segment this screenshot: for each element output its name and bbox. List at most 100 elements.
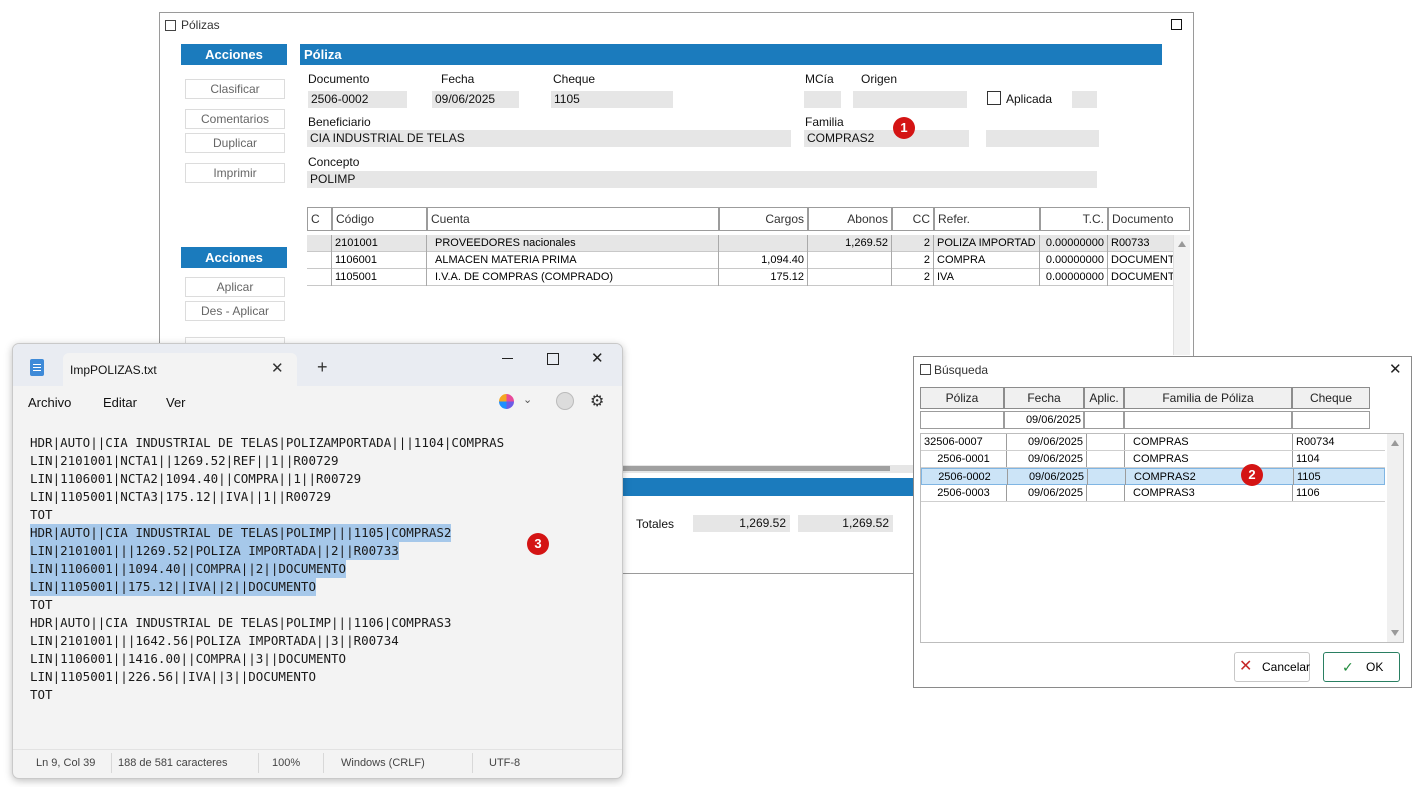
imprimir-button[interactable]: Imprimir: [185, 163, 285, 183]
grid-header-codigo[interactable]: Código: [332, 207, 427, 231]
menu-ver[interactable]: Ver: [166, 395, 186, 410]
result-familia: COMPRAS: [1125, 434, 1293, 450]
header-cheque[interactable]: Cheque: [1292, 387, 1370, 409]
header-fecha[interactable]: Fecha: [1004, 387, 1084, 409]
result-cheque: R00734: [1296, 436, 1335, 448]
grid-header-cc[interactable]: CC: [892, 207, 934, 231]
menu-archivo[interactable]: Archivo: [28, 395, 71, 410]
concepto-field[interactable]: POLIMP: [307, 171, 1097, 188]
grid-header-refer[interactable]: Refer.: [934, 207, 1040, 231]
grid-header-cuenta[interactable]: Cuenta: [427, 207, 719, 231]
aplicada-checkbox[interactable]: [987, 91, 1001, 105]
minimize-icon[interactable]: [502, 358, 513, 359]
fecha-field[interactable]: 09/06/2025: [432, 91, 519, 108]
familia-field[interactable]: COMPRAS2: [804, 130, 969, 147]
origen-field[interactable]: [853, 91, 967, 108]
text-line-selected: LIN|1105001||175.12||IVA||2||DOCUMENTO: [30, 578, 316, 596]
cancelar-button[interactable]: ✕ Cancelar: [1234, 652, 1310, 682]
grid-header-documento[interactable]: Documento: [1108, 207, 1190, 231]
results-row[interactable]: 2506-0003 09/06/2025 COMPRAS3 1106: [921, 485, 1385, 502]
grid-cell-abonos: [808, 269, 892, 286]
grid-header-tc[interactable]: T.C.: [1040, 207, 1108, 231]
result-poliza: 32506-0007: [921, 434, 1007, 450]
status-position: Ln 9, Col 39: [36, 757, 96, 769]
grid-cell-documento: DOCUMENT: [1111, 271, 1173, 283]
maximize-icon[interactable]: [1171, 19, 1182, 30]
grid-cell-cuenta: PROVEEDORES nacionales: [427, 235, 719, 252]
des-aplicar-button[interactable]: Des - Aplicar: [185, 301, 285, 321]
result-cheque: 1105: [1297, 471, 1321, 483]
documento-label: Documento: [308, 72, 370, 86]
totales-label: Totales: [636, 517, 675, 531]
new-tab-icon[interactable]: +: [317, 357, 328, 378]
menu-editar[interactable]: Editar: [103, 395, 137, 410]
header-aplic[interactable]: Aplic.: [1084, 387, 1124, 409]
grid-header-abonos[interactable]: Abonos: [808, 207, 892, 231]
comentarios-button[interactable]: Comentarios: [185, 109, 285, 129]
results-row-selected[interactable]: 2506-0002 09/06/2025 COMPRAS2 1105: [921, 468, 1385, 485]
results-row[interactable]: 2506-0001 09/06/2025 COMPRAS 1104: [921, 451, 1385, 468]
filter-fecha-input[interactable]: 09/06/2025: [1004, 411, 1084, 429]
grid-cell-cc: 2: [892, 235, 934, 252]
results-row[interactable]: 32506-0007 09/06/2025 COMPRAS R00734: [921, 434, 1385, 451]
aplicar-button[interactable]: Aplicar: [185, 277, 285, 297]
grid-header-c[interactable]: C: [307, 207, 332, 231]
grid-row[interactable]: 2101001 PROVEEDORES nacionales 1,269.52 …: [307, 235, 1173, 252]
cheque-field[interactable]: 1105: [551, 91, 673, 108]
filter-poliza-input[interactable]: [920, 411, 1004, 429]
grid-row[interactable]: 1105001 I.V.A. DE COMPRAS (COMPRADO) 175…: [307, 269, 1173, 286]
scroll-down-icon[interactable]: [1391, 630, 1399, 636]
cancelar-label: Cancelar: [1262, 660, 1311, 674]
grid-cell-abonos: 1,269.52: [808, 235, 892, 252]
maximize-icon[interactable]: [547, 353, 559, 365]
grid-cell-cc: 2: [892, 252, 934, 269]
grid-horizontal-scroll-thumb[interactable]: [620, 466, 890, 471]
result-aplic: [1087, 485, 1125, 501]
mcia-label: MCía: [805, 72, 834, 86]
result-poliza: 2506-0003: [921, 485, 1007, 501]
notepad-text-area[interactable]: HDR|AUTO||CIA INDUSTRIAL DE TELAS|POLIZA…: [13, 419, 622, 744]
text-line: LIN|2101001|NCTA1||1269.52|REF||1||R0072…: [30, 453, 339, 468]
grid-row[interactable]: 1106001 ALMACEN MATERIA PRIMA 1,094.40 2…: [307, 252, 1173, 269]
filter-familia-input[interactable]: [1124, 411, 1292, 429]
grid-cell-cargos: 175.12: [719, 269, 808, 286]
close-dialog-icon[interactable]: ✕: [1389, 360, 1402, 378]
familia-extra-field[interactable]: [986, 130, 1099, 147]
scroll-up-icon[interactable]: [1178, 241, 1186, 247]
grid-header-cargos[interactable]: Cargos: [719, 207, 808, 231]
grid-cell-cargos: [719, 235, 808, 252]
header-familia[interactable]: Familia de Póliza: [1124, 387, 1292, 409]
chevron-down-icon[interactable]: ⌄: [523, 393, 532, 406]
close-window-icon[interactable]: ✕: [591, 349, 604, 367]
copilot-icon[interactable]: [499, 394, 514, 409]
close-tab-icon[interactable]: ✕: [271, 359, 284, 377]
grid-cell-abonos: [808, 252, 892, 269]
results-scrollbar[interactable]: [1387, 434, 1403, 642]
documento-field[interactable]: 2506-0002: [308, 91, 407, 108]
polizas-window-title: Pólizas: [181, 18, 220, 32]
ok-button[interactable]: ✓ OK: [1323, 652, 1400, 682]
window-icon: [165, 20, 176, 31]
result-familia: COMPRAS2: [1126, 469, 1294, 485]
clasificar-button[interactable]: Clasificar: [185, 79, 285, 99]
filter-cheque-input[interactable]: [1292, 411, 1370, 429]
notepad-tab-title: ImpPOLIZAS.txt: [70, 363, 157, 377]
account-icon[interactable]: [556, 392, 574, 410]
beneficiario-field[interactable]: CIA INDUSTRIAL DE TELAS: [307, 130, 791, 147]
grid-cell-refer: IVA: [934, 269, 1040, 286]
notepad-tab[interactable]: ImpPOLIZAS.txt ✕: [63, 353, 297, 386]
duplicar-button[interactable]: Duplicar: [185, 133, 285, 153]
text-line: LIN|1106001|NCTA2|1094.40||COMPRA||1||R0…: [30, 471, 362, 486]
filter-aplic-input[interactable]: [1084, 411, 1124, 429]
header-poliza[interactable]: Póliza: [920, 387, 1004, 409]
gear-icon[interactable]: ⚙: [590, 391, 604, 411]
total-cargos-field: 1,269.52: [693, 515, 790, 532]
scroll-up-icon[interactable]: [1391, 440, 1399, 446]
grid-vertical-scrollbar[interactable]: [1173, 235, 1190, 355]
aplicada-label: Aplicada: [1006, 92, 1053, 106]
aplicada-extra-field[interactable]: [1072, 91, 1097, 108]
check-icon: ✓: [1342, 659, 1354, 675]
result-familia: COMPRAS3: [1125, 485, 1293, 501]
poliza-section-title: Póliza: [300, 44, 1162, 65]
mcia-field[interactable]: [804, 91, 841, 108]
